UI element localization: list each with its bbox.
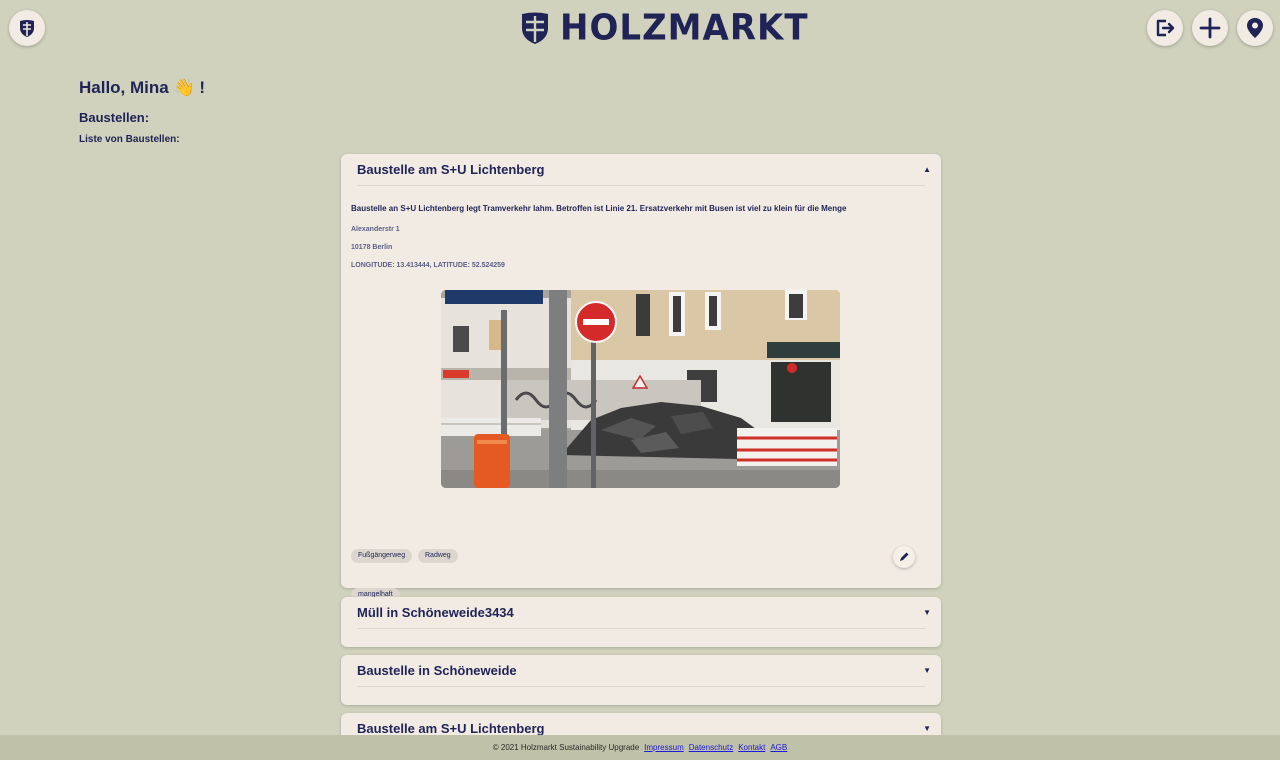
logout-button[interactable] xyxy=(1147,10,1183,46)
map-pin-icon xyxy=(1247,18,1263,38)
home-button[interactable] xyxy=(9,10,45,46)
category-tag[interactable]: Radweg xyxy=(418,549,458,563)
footer-link-impressum[interactable]: Impressum xyxy=(644,743,684,752)
card-title: Baustelle am S+U Lichtenberg xyxy=(357,162,545,177)
card-description: Baustelle an S+U Lichtenberg legt Tramve… xyxy=(351,204,847,213)
card-header[interactable]: Baustelle in Schöneweide ▼ xyxy=(357,655,931,687)
footer-link-agb[interactable]: AGB xyxy=(770,743,787,752)
footer-link-kontakt[interactable]: Kontakt xyxy=(738,743,765,752)
card-title: Müll in Schöneweide3434 xyxy=(357,605,514,620)
collapse-caret-icon[interactable]: ▲ xyxy=(923,165,931,174)
expand-caret-icon[interactable]: ▼ xyxy=(923,666,931,675)
top-bar: HOLZMARKT xyxy=(0,0,1280,60)
holzmarkt-shield-icon xyxy=(20,20,34,37)
card-title: Baustelle am S+U Lichtenberg xyxy=(357,721,545,736)
add-report-button[interactable] xyxy=(1192,10,1228,46)
greeting-heading: Hallo, Mina 👋 ! xyxy=(79,78,206,97)
card-header[interactable]: Baustelle am S+U Lichtenberg ▲ xyxy=(357,154,931,186)
construction-photo xyxy=(441,290,840,488)
brand-name: HOLZMARKT xyxy=(560,7,809,50)
card-street: Alexanderstr 1 xyxy=(351,226,400,233)
card-body: Baustelle an S+U Lichtenberg legt Tramve… xyxy=(341,186,941,602)
holzmarkt-shield-icon xyxy=(522,12,548,44)
footer: © 2021 Holzmarkt Sustainability Upgrade … xyxy=(0,735,1280,760)
map-button[interactable] xyxy=(1237,10,1273,46)
footer-copyright: © 2021 Holzmarkt Sustainability Upgrade xyxy=(492,743,640,752)
construction-card: Baustelle in Schöneweide ▼ xyxy=(341,655,941,705)
edit-button[interactable] xyxy=(893,546,915,568)
expand-caret-icon[interactable]: ▼ xyxy=(923,724,931,733)
logout-icon xyxy=(1156,19,1175,37)
plus-icon xyxy=(1199,17,1221,39)
card-title: Baustelle in Schöneweide xyxy=(357,663,517,678)
card-header[interactable]: Müll in Schöneweide3434 ▼ xyxy=(357,597,931,629)
brand-logo: HOLZMARKT xyxy=(520,7,809,50)
section-title: Baustellen: xyxy=(79,110,150,125)
pencil-icon xyxy=(900,552,909,561)
construction-card: Müll in Schöneweide3434 ▼ xyxy=(341,597,941,647)
list-title: Liste von Baustellen: xyxy=(79,134,180,145)
card-coordinates: LONGITUDE: 13.413444, LATITUDE: 52.52425… xyxy=(351,262,505,269)
category-tag[interactable]: Fußgängerweg xyxy=(351,549,413,563)
footer-link-datenschutz[interactable]: Datenschutz xyxy=(689,743,733,752)
card-city: 10178 Berlin xyxy=(351,244,393,251)
construction-card: Baustelle am S+U Lichtenberg ▲ Baustelle… xyxy=(341,154,941,602)
expand-caret-icon[interactable]: ▼ xyxy=(923,608,931,617)
